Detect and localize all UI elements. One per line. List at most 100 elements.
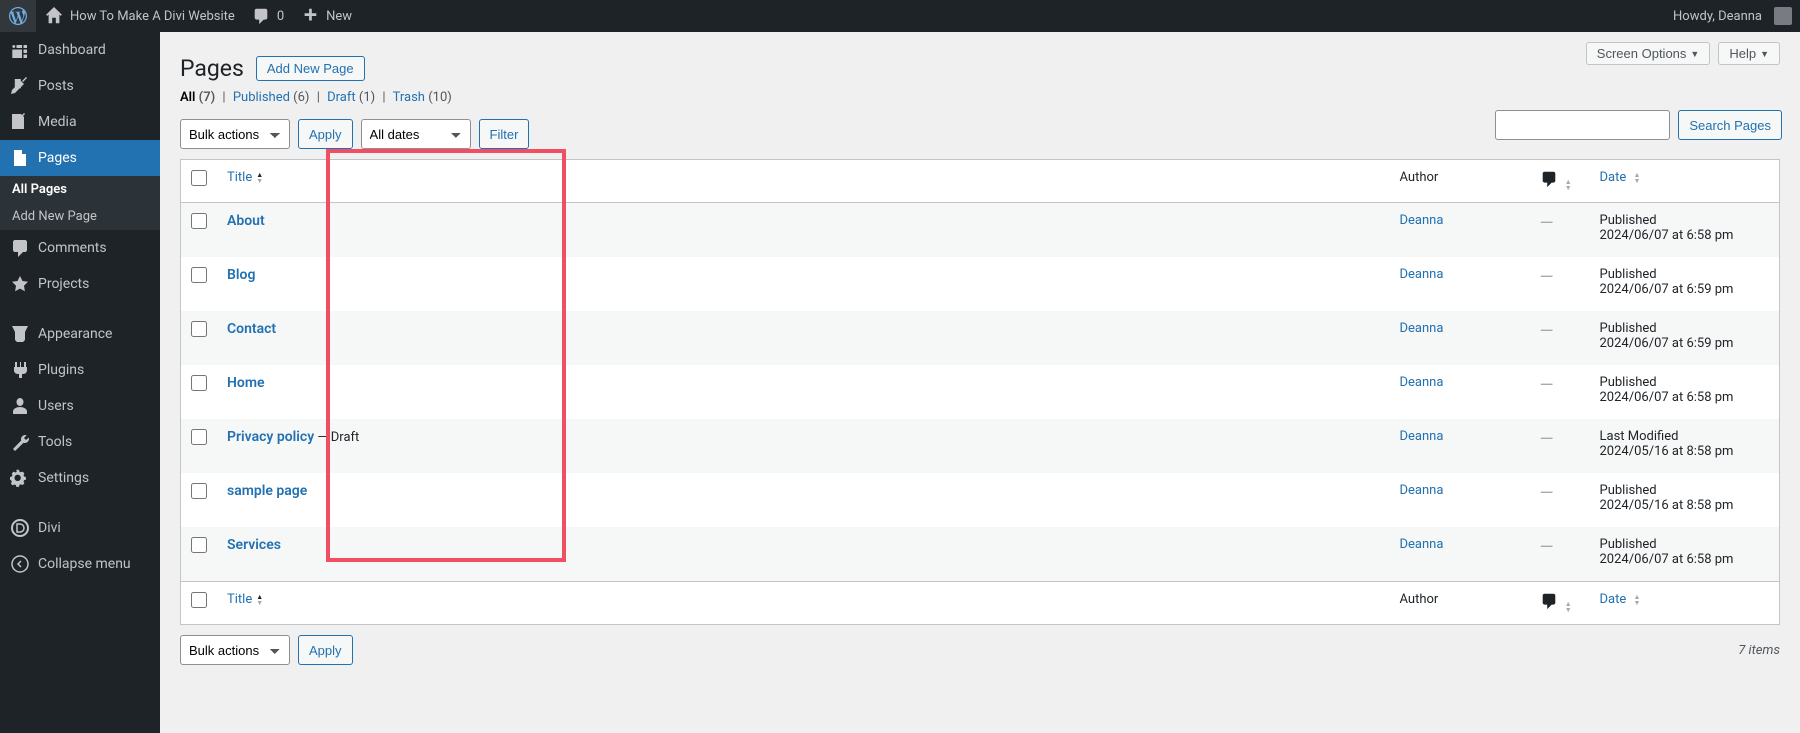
page-title-link[interactable]: Services	[227, 537, 281, 553]
page-title-link[interactable]: About	[227, 213, 265, 229]
view-all[interactable]: All (7)	[180, 90, 215, 105]
column-comments[interactable]: ▲▼	[1530, 160, 1590, 203]
comments-count: —	[1540, 213, 1554, 234]
menu-label: Media	[38, 114, 77, 130]
menu-label: Users	[38, 398, 74, 414]
menu-projects[interactable]: Projects	[0, 266, 160, 302]
author-link[interactable]: Deanna	[1400, 537, 1444, 552]
row-checkbox[interactable]	[191, 321, 207, 337]
page-date: 2024/05/16 at 8:58 pm	[1600, 444, 1734, 459]
main-content: Screen Options Help Pages Add New Page A…	[160, 32, 1800, 733]
page-date: 2024/06/07 at 6:59 pm	[1600, 282, 1734, 297]
menu-divi[interactable]: Divi	[0, 510, 160, 546]
page-status: Published	[1600, 267, 1657, 282]
table-row: AboutDeanna—Published2024/06/07 at 6:58 …	[181, 203, 1780, 258]
comments-count: —	[1540, 429, 1554, 450]
wp-logo[interactable]	[0, 0, 36, 32]
comment-icon	[1540, 595, 1558, 614]
comments-link[interactable]: 0	[243, 0, 292, 32]
menu-comments[interactable]: Comments	[0, 230, 160, 266]
apply-button-top[interactable]: Apply	[298, 119, 353, 149]
column-date-foot[interactable]: Date ▲▼	[1590, 582, 1780, 625]
author-link[interactable]: Deanna	[1400, 375, 1444, 390]
row-checkbox[interactable]	[191, 483, 207, 499]
submenu-item[interactable]: All Pages	[0, 176, 160, 203]
new-content-link[interactable]: New	[292, 0, 360, 32]
column-title-foot[interactable]: Title▲▼	[217, 582, 1390, 625]
row-checkbox[interactable]	[191, 213, 207, 229]
select-all-bottom[interactable]	[191, 592, 207, 608]
menu-label: Pages	[38, 150, 77, 166]
column-date[interactable]: Date ▲▼	[1590, 160, 1780, 203]
search-button[interactable]: Search Pages	[1678, 110, 1782, 140]
table-row: HomeDeanna—Published2024/06/07 at 6:58 p…	[181, 365, 1780, 419]
my-account[interactable]: Howdy, Deanna	[1665, 0, 1800, 32]
collapse-icon	[10, 554, 30, 574]
menu-dashboard[interactable]: Dashboard	[0, 32, 160, 68]
view-draft[interactable]: Draft (1)	[327, 90, 375, 105]
filter-button[interactable]: Filter	[479, 119, 530, 149]
site-name-link[interactable]: How To Make A Divi Website	[36, 0, 243, 32]
author-link[interactable]: Deanna	[1400, 267, 1444, 282]
row-checkbox[interactable]	[191, 267, 207, 283]
row-checkbox[interactable]	[191, 537, 207, 553]
media-icon	[10, 112, 30, 132]
view-published[interactable]: Published (6)	[233, 90, 310, 105]
users-icon	[10, 396, 30, 416]
menu-collapse[interactable]: Collapse menu	[0, 546, 160, 582]
apply-button-bottom[interactable]: Apply	[298, 635, 353, 665]
menu-tools[interactable]: Tools	[0, 424, 160, 460]
bulk-actions-select-bottom[interactable]: Bulk actions	[180, 635, 290, 665]
menu-settings[interactable]: Settings	[0, 460, 160, 496]
menu-plugins[interactable]: Plugins	[0, 352, 160, 388]
page-title-link[interactable]: Home	[227, 375, 265, 391]
author-link[interactable]: Deanna	[1400, 483, 1444, 498]
page-title-link[interactable]: Privacy policy	[227, 429, 314, 445]
row-checkbox[interactable]	[191, 375, 207, 391]
page-title-link[interactable]: Blog	[227, 267, 255, 283]
page-date: 2024/06/07 at 6:58 pm	[1600, 228, 1734, 243]
menu-label: Appearance	[38, 326, 112, 342]
menu-users[interactable]: Users	[0, 388, 160, 424]
table-row: ServicesDeanna—Published2024/06/07 at 6:…	[181, 527, 1780, 582]
howdy-text: Howdy, Deanna	[1673, 9, 1762, 24]
view-trash[interactable]: Trash (10)	[393, 90, 452, 105]
search-input[interactable]	[1495, 110, 1670, 140]
page-date: 2024/06/07 at 6:58 pm	[1600, 390, 1734, 405]
date-filter-select[interactable]: All dates	[361, 119, 471, 149]
pages-table: Title▲▼ Author ▲▼ Date ▲▼ About Deanna — Pu…	[180, 159, 1780, 625]
page-title: Pages	[180, 55, 244, 82]
author-link[interactable]: Deanna	[1400, 321, 1444, 336]
menu-media[interactable]: Media	[0, 104, 160, 140]
row-checkbox[interactable]	[191, 429, 207, 445]
pages-icon	[10, 148, 30, 168]
page-title-link[interactable]: Contact	[227, 321, 276, 337]
menu-label: Projects	[38, 276, 89, 292]
screen-options-button[interactable]: Screen Options	[1586, 42, 1711, 65]
author-link[interactable]: Deanna	[1400, 429, 1444, 444]
comments-count: —	[1540, 375, 1554, 396]
comments-count: —	[1540, 321, 1554, 342]
page-title-link[interactable]: sample page	[227, 483, 307, 499]
menu-posts[interactable]: Posts	[0, 68, 160, 104]
column-title[interactable]: Title▲▼	[217, 160, 1390, 203]
column-comments-foot[interactable]: ▲▼	[1530, 582, 1590, 625]
comments-count: —	[1540, 483, 1554, 504]
comments-icon	[10, 238, 30, 258]
column-author[interactable]: Author	[1390, 160, 1530, 203]
menu-pages[interactable]: Pages	[0, 140, 160, 176]
author-link[interactable]: Deanna	[1400, 213, 1444, 228]
menu-label: Tools	[38, 434, 72, 450]
view-filters: All (7) | Published (6) | Draft (1) | Tr…	[160, 82, 1800, 113]
column-author-foot[interactable]: Author	[1390, 582, 1530, 625]
menu-appearance[interactable]: Appearance	[0, 316, 160, 352]
add-new-page-button[interactable]: Add New Page	[256, 56, 365, 81]
projects-icon	[10, 274, 30, 294]
help-button[interactable]: Help	[1718, 42, 1780, 65]
submenu-item[interactable]: Add New Page	[0, 203, 160, 230]
divi-icon	[10, 518, 30, 538]
page-status: Published	[1600, 483, 1657, 498]
select-all-top[interactable]	[191, 170, 207, 186]
comments-count: —	[1540, 537, 1554, 558]
bulk-actions-select[interactable]: Bulk actions	[180, 119, 290, 149]
